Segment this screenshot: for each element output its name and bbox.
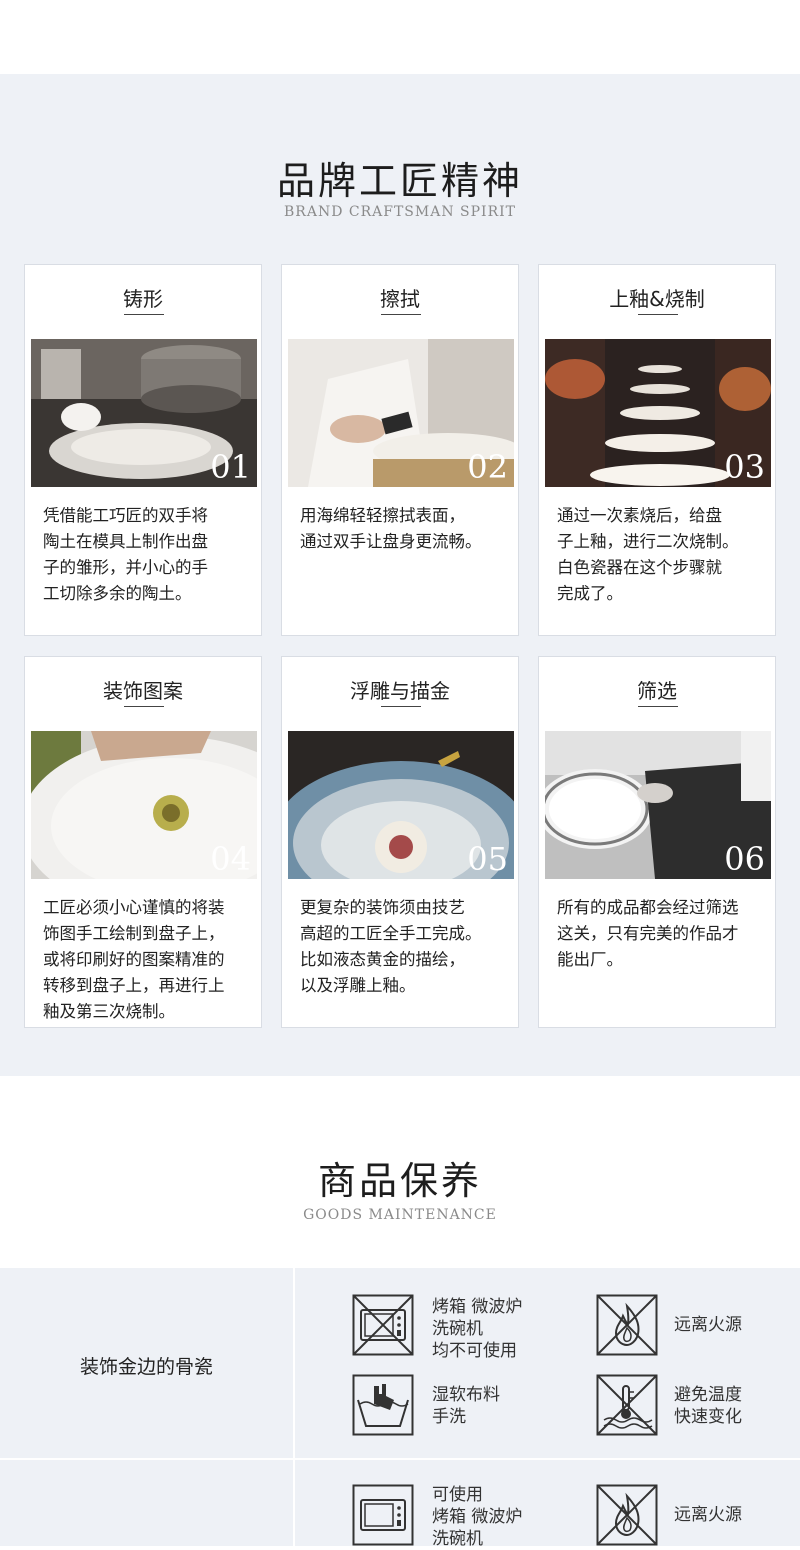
step-card-wiping: 擦拭 02 用海绵轻轻擦拭表面， 通过双手让盘身更流畅。 xyxy=(281,264,519,636)
care-text: 湿软布料 手洗 xyxy=(432,1385,500,1427)
step-card-selection: 筛选 06 所有的成品都会经过筛选 这关，只有完美的作品才 能出厂。 xyxy=(538,656,776,1028)
maintenance-subtitle: GOODS MAINTENANCE xyxy=(303,1207,497,1223)
care-text: 可使用 烤箱 微波炉 洗碗机 xyxy=(432,1485,523,1549)
step-number: 03 xyxy=(724,448,765,486)
step-title: 铸形 xyxy=(123,287,163,311)
care-text: 远离火源 xyxy=(674,1505,742,1525)
step-card-glaze-firing: 上釉&烧制 03 通过一次素烧后，给盘 子上釉，进行二次烧制。 白色瓷器在这个步… xyxy=(538,264,776,636)
top-spacer xyxy=(0,0,800,74)
care-text: 烤箱 微波炉 洗碗机 均不可使用 xyxy=(432,1297,523,1361)
step-card-casting: 铸形 01 凭借能工巧匠的双手将 陶土在模具上制作出盘 子的雏形，并小心的手 工… xyxy=(24,264,262,636)
craftsman-subtitle: BRAND CRAFTSMAN SPIRIT xyxy=(284,204,516,220)
step-number: 05 xyxy=(467,840,508,878)
microwave-crossed-icon xyxy=(352,1294,414,1356)
title-underline xyxy=(638,314,678,315)
craftsman-title: 品牌工匠精神 xyxy=(276,159,523,203)
step-description: 所有的成品都会经过筛选 这关，只有完美的作品才 能出厂。 xyxy=(557,898,739,969)
microwave-icon xyxy=(352,1484,414,1546)
step-title: 装饰图案 xyxy=(103,679,183,703)
step-title: 擦拭 xyxy=(380,287,420,311)
temperature-change-icon xyxy=(596,1374,658,1436)
row-label-gold-rim-bone-china: 装饰金边的骨瓷 xyxy=(79,1356,213,1378)
step-title: 上釉&烧制 xyxy=(609,287,705,311)
title-underline xyxy=(124,314,164,315)
step-photo-selection: 06 xyxy=(545,731,771,879)
no-fire-icon xyxy=(596,1484,658,1546)
step-card-relief-gilding: 浮雕与描金 05 更复杂的装饰须由技艺 高超的工匠全手工完成。 比如液态黄金的描… xyxy=(281,656,519,1028)
care-text: 避免温度 快速变化 xyxy=(674,1385,742,1427)
title-underline xyxy=(381,706,421,707)
step-title: 筛选 xyxy=(637,679,677,703)
care-text: 远离火源 xyxy=(674,1315,742,1335)
hand-wash-icon xyxy=(352,1374,414,1436)
step-number: 06 xyxy=(724,840,765,878)
step-photo-wiping: 02 xyxy=(288,339,514,487)
title-underline xyxy=(124,706,164,707)
maintenance-title: 商品保养 xyxy=(317,1159,482,1203)
title-underline xyxy=(638,706,678,707)
step-description: 更复杂的装饰须由技艺 高超的工匠全手工完成。 比如液态黄金的描绘， 以及浮雕上釉… xyxy=(300,898,482,995)
step-number: 02 xyxy=(467,448,508,486)
step-title: 浮雕与描金 xyxy=(350,679,450,703)
step-description: 凭借能工巧匠的双手将 陶土在模具上制作出盘 子的雏形，并小心的手 工切除多余的陶… xyxy=(43,506,208,603)
table-divider-vertical xyxy=(293,1268,295,1546)
step-photo-casting: 01 xyxy=(31,339,257,487)
step-photo-glaze-firing: 03 xyxy=(545,339,771,487)
step-number: 01 xyxy=(210,448,251,486)
step-card-decoration: 装饰图案 04 工匠必须小心谨慎的将装 饰图手工绘制到盘子上， 或将印刷好的图案… xyxy=(24,656,262,1028)
step-description: 用海绵轻轻擦拭表面， 通过双手让盘身更流畅。 xyxy=(300,506,482,551)
title-underline xyxy=(381,314,421,315)
table-divider-horizontal xyxy=(0,1458,800,1460)
no-fire-icon xyxy=(596,1294,658,1356)
step-description: 工匠必须小心谨慎的将装 饰图手工绘制到盘子上， 或将印刷好的图案精准的 转移到盘… xyxy=(43,898,225,1021)
step-description: 通过一次素烧后，给盘 子上釉，进行二次烧制。 白色瓷器在这个步骤就 完成了。 xyxy=(557,506,739,603)
step-photo-decoration: 04 xyxy=(31,731,257,879)
step-number: 04 xyxy=(210,840,251,878)
step-photo-relief-gilding: 05 xyxy=(288,731,514,879)
